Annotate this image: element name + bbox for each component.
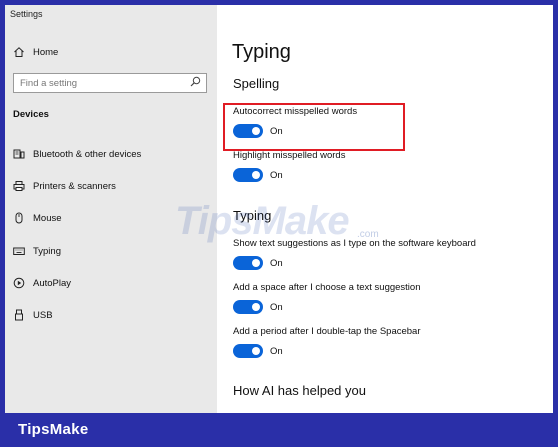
autoplay-icon: [12, 276, 26, 290]
sidebar-item-mouse[interactable]: Mouse: [5, 207, 217, 229]
space-state: On: [270, 302, 283, 313]
period-label: Add a period after I double-tap the Spac…: [233, 326, 421, 337]
sidebar-item-label: Mouse: [33, 212, 62, 224]
settings-window: Settings Home Devices Bluetooth & other …: [5, 5, 553, 413]
sidebar-item-autoplay[interactable]: AutoPlay: [5, 272, 217, 294]
bluetooth-devices-icon: [12, 147, 26, 161]
section-heading-ai: How AI has helped you: [233, 383, 366, 398]
suggestions-label: Show text suggestions as I type on the s…: [233, 238, 476, 249]
sidebar-item-label: USB: [33, 309, 53, 321]
usb-icon: [12, 308, 26, 322]
sidebar-item-label: Bluetooth & other devices: [33, 148, 142, 160]
sidebar-item-usb[interactable]: USB: [5, 304, 217, 326]
sidebar-item-label: Typing: [33, 245, 61, 257]
sidebar-item-label: Printers & scanners: [33, 180, 116, 192]
search-icon[interactable]: [190, 74, 201, 92]
highlight-toggle[interactable]: [233, 168, 263, 182]
keyboard-icon: [12, 244, 26, 258]
app-title: Settings: [10, 9, 43, 19]
page-title: Typing: [232, 41, 291, 63]
section-heading-typing: Typing: [233, 208, 272, 223]
autocorrect-label: Autocorrect misspelled words: [233, 106, 358, 117]
toggle-knob: [252, 127, 260, 135]
nav-home[interactable]: Home: [5, 41, 217, 63]
toggle-knob: [252, 259, 260, 267]
suggestions-state: On: [270, 258, 283, 269]
toggle-knob: [252, 303, 260, 311]
period-toggle[interactable]: [233, 344, 263, 358]
section-heading-spelling: Spelling: [233, 76, 280, 91]
sidebar-item-label: AutoPlay: [33, 277, 72, 289]
search-box[interactable]: [13, 73, 207, 93]
autocorrect-state: On: [270, 126, 283, 137]
sidebar-item-printers[interactable]: Printers & scanners: [5, 175, 217, 197]
sidebar-item-bluetooth[interactable]: Bluetooth & other devices: [5, 143, 217, 165]
highlight-label: Highlight misspelled words: [233, 150, 346, 161]
search-input[interactable]: [20, 77, 180, 89]
highlight-state: On: [270, 170, 283, 181]
printer-icon: [12, 179, 26, 193]
autocorrect-toggle[interactable]: [233, 124, 263, 138]
sidebar-item-typing[interactable]: Typing: [5, 240, 217, 262]
mouse-icon: [12, 211, 26, 225]
footer-brand: TipsMake: [18, 421, 89, 438]
period-state: On: [270, 346, 283, 357]
section-title-devices: Devices: [13, 109, 49, 120]
nav-home-label: Home: [33, 46, 59, 58]
space-label: Add a space after I choose a text sugges…: [233, 282, 421, 293]
home-icon: [12, 45, 26, 59]
content-pane: Typing Spelling Autocorrect misspelled w…: [217, 5, 553, 413]
suggestions-toggle[interactable]: [233, 256, 263, 270]
sidebar: Settings Home Devices Bluetooth & other …: [5, 5, 217, 413]
toggle-knob: [252, 347, 260, 355]
toggle-knob: [252, 171, 260, 179]
space-toggle[interactable]: [233, 300, 263, 314]
